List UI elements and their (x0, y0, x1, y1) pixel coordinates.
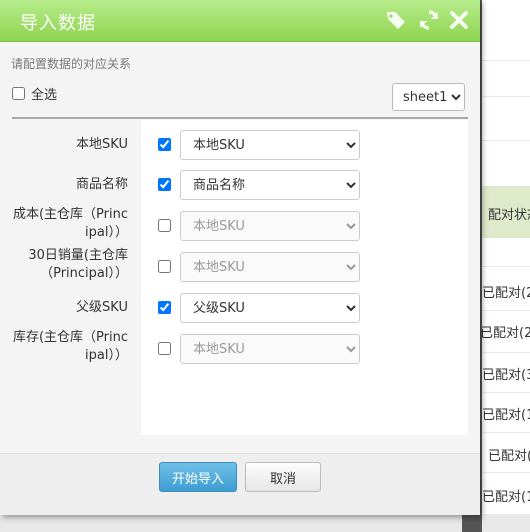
mapping-row-label-line: 本地SKU (76, 137, 128, 152)
mapping-row-select[interactable]: 本地SKU (180, 334, 360, 364)
background-row-line (478, 432, 530, 433)
start-import-button[interactable]: 开始导入 (159, 462, 237, 492)
mapping-row-label: 库存(主仓库（Princ ipal）） (13, 329, 128, 365)
mapping-row-label: 30日销量(主仓库 （Principal）） (28, 247, 128, 283)
background-row-line (478, 310, 530, 311)
background-row-line (478, 352, 530, 353)
background-header-label: 配对状态 (488, 208, 530, 223)
dialog-footer: 开始导入 取消 (0, 453, 480, 515)
mapping-row-label: 商品名称 (76, 176, 128, 194)
mapping-row-label: 父级SKU (76, 299, 128, 317)
sheet-select[interactable]: sheet1 (392, 83, 465, 111)
cancel-button[interactable]: 取消 (245, 462, 321, 492)
mapping-row-label-line: 商品名称 (75, 177, 128, 192)
mapping-row-label-line: 父级SKU (76, 300, 128, 315)
background-row-line (478, 266, 530, 267)
background-cell: 已配对(1 (482, 490, 530, 505)
dialog-title: 导入数据 (20, 13, 96, 34)
background-row-line (478, 96, 530, 97)
mapping-row-checkbox[interactable] (158, 178, 171, 191)
mapping-row-select[interactable]: 商品名称 (180, 170, 360, 200)
mapping-row-label: 本地SKU (76, 136, 128, 154)
mapping-row-checkbox[interactable] (158, 342, 171, 355)
mapping-hint: 请配置数据的对应关系 (11, 57, 132, 71)
background-cell: 已配对(2 (480, 326, 530, 341)
close-icon[interactable] (447, 8, 471, 32)
mapping-row-checkbox[interactable] (158, 138, 171, 151)
background-row-line (478, 392, 530, 393)
background-cell: 已配对(1 (482, 408, 530, 423)
mapping-row-select[interactable]: 本地SKU (180, 252, 360, 282)
mapping-row-checkbox[interactable] (158, 219, 171, 232)
import-data-dialog: 导入数据 请配置数据的对应关系 全选 sheet1 本地SKU 本地SKU 商品名称… (0, 0, 480, 515)
background-column-header: 配对状态 (478, 186, 530, 238)
background-cell: 已配对(3 (482, 368, 530, 383)
mapping-row-label-line: ipal）） (85, 225, 128, 240)
background-row-line (478, 60, 530, 61)
mapping-row-label-line: （Principal）） (40, 266, 128, 281)
select-all-label: 全选 (31, 88, 58, 103)
tag-icon[interactable] (384, 8, 408, 32)
mapping-row-label-line: ipal）） (85, 348, 128, 363)
select-all[interactable]: 全选 (12, 84, 57, 103)
refresh-icon[interactable] (417, 8, 441, 32)
mapping-row-checkbox[interactable] (158, 301, 171, 314)
mapping-row-label-line: 30日销量(主仓库 (28, 248, 128, 263)
mapping-row-select[interactable]: 本地SKU (180, 130, 360, 160)
background-row-line (478, 140, 530, 141)
background-bottom-row (0, 514, 530, 532)
select-all-checkbox[interactable] (12, 87, 25, 100)
mapping-row-select[interactable]: 本地SKU (180, 211, 360, 241)
mapping-row-label: 成本(主仓库（Princ ipal）） (13, 206, 128, 242)
mapping-row-checkbox[interactable] (158, 260, 171, 273)
mapping-row-label-line: 库存(主仓库（Princ (12, 330, 128, 345)
background-cell: 已配对( (488, 449, 530, 464)
background-row-line (478, 472, 530, 473)
background-cell: 已配对(2 (482, 286, 530, 301)
divider (12, 117, 468, 119)
dialog-header: 导入数据 (0, 0, 480, 42)
mapping-row-label-line: 成本(主仓库（Princ (12, 207, 128, 222)
mapping-row-select[interactable]: 父级SKU (180, 293, 360, 323)
